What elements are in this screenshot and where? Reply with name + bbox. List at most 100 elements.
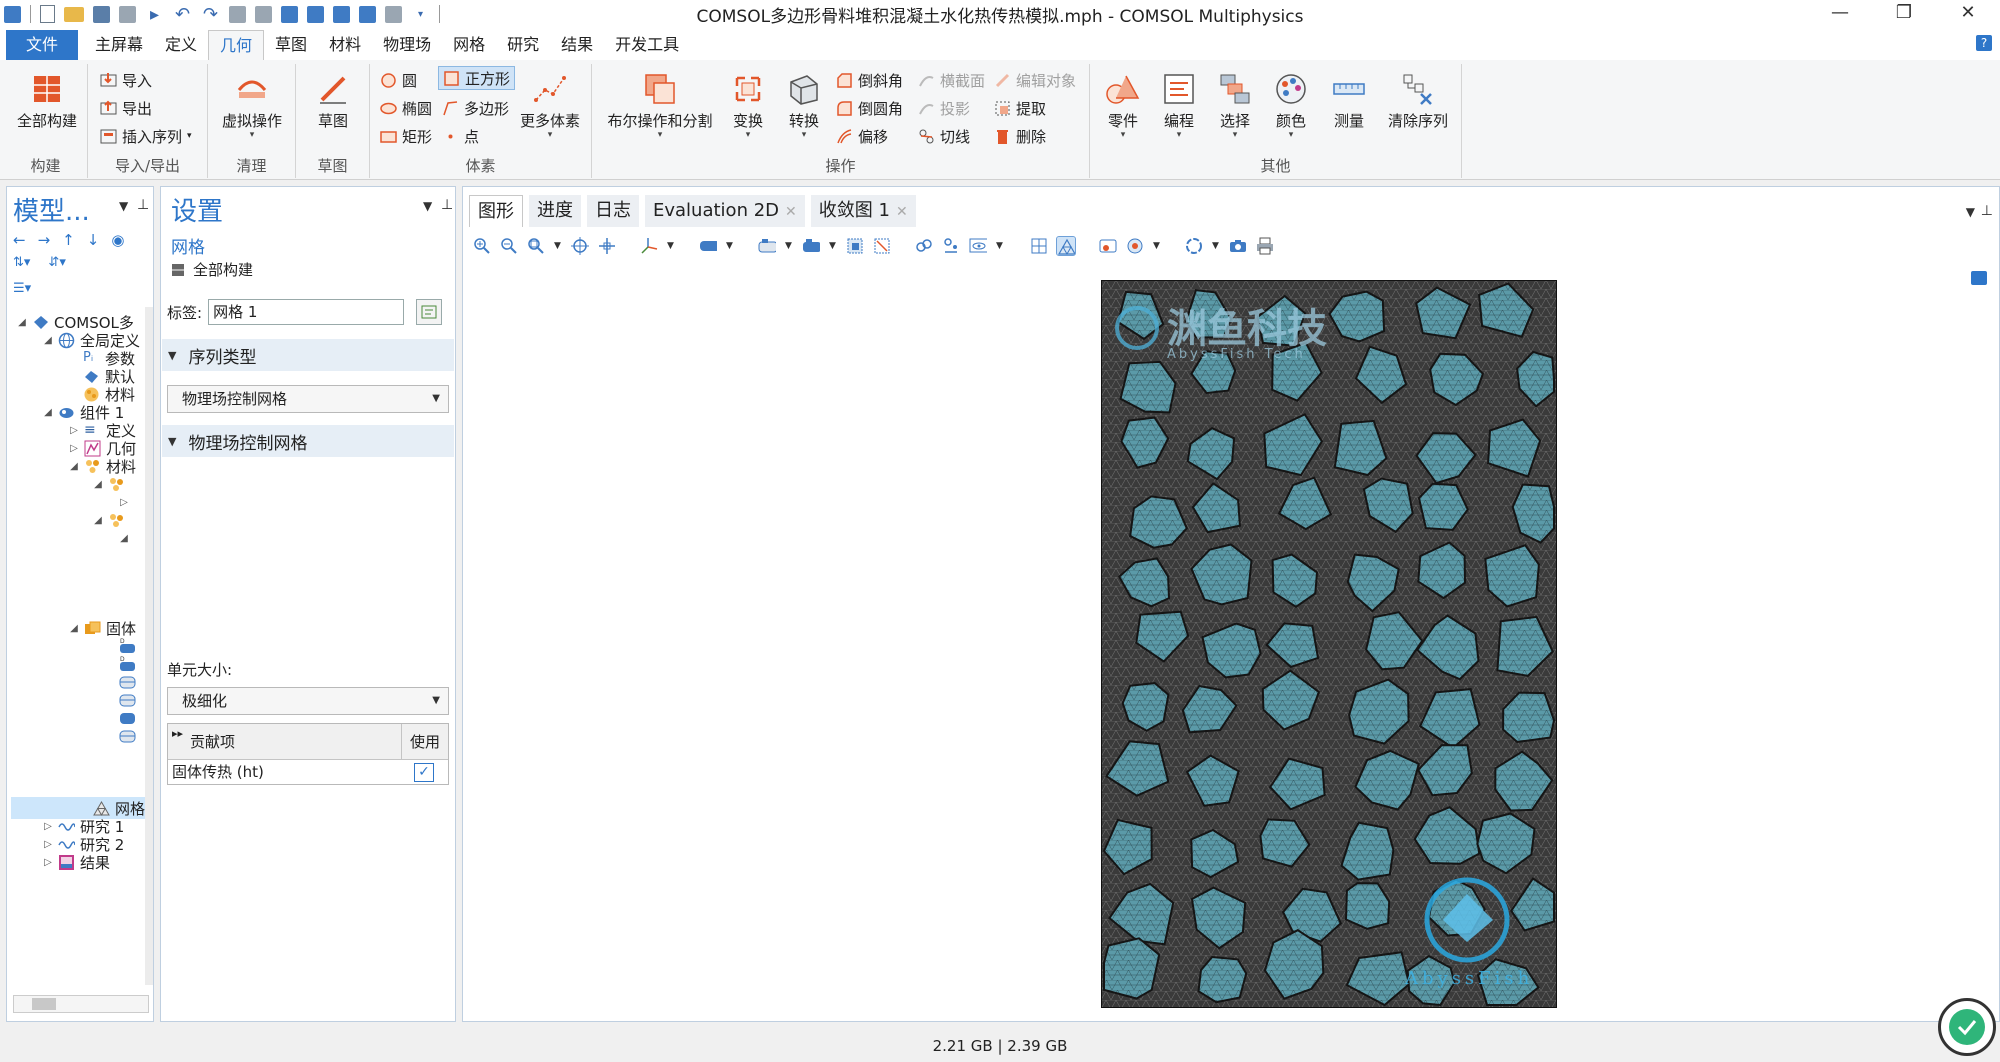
mesh-plot[interactable]: 渊鱼科技 AbyssFish Tech AbyssFish xyxy=(1100,279,1558,1009)
tab-graphics[interactable]: 图形 xyxy=(469,195,523,227)
zoom-out-icon[interactable] xyxy=(500,237,518,255)
chamfer-button[interactable]: 倒斜角 xyxy=(836,68,903,92)
collapse-triangle-icon[interactable]: ◢ xyxy=(43,335,53,346)
camera-icon[interactable] xyxy=(1229,237,1247,255)
reset-view-icon[interactable] xyxy=(1185,237,1203,255)
tree-item-physics-node-6[interactable] xyxy=(119,725,136,747)
transparency-icon[interactable] xyxy=(1126,237,1144,255)
grid-icon[interactable] xyxy=(1030,237,1048,255)
pin-icon[interactable]: ⊥ xyxy=(441,197,453,213)
visibility-icon[interactable] xyxy=(969,237,987,255)
sketch-button[interactable]: 草图 xyxy=(304,72,362,131)
chevron-down-icon[interactable]: ▼ xyxy=(785,237,793,255)
tab-materials[interactable]: 材料 xyxy=(318,30,372,60)
build-all-button[interactable]: 全部构建 xyxy=(12,72,82,131)
model-tree-hscrollbar[interactable] xyxy=(13,995,149,1013)
extract-button[interactable]: 提取 xyxy=(994,96,1046,120)
tab-physics[interactable]: 物理场 xyxy=(372,30,442,60)
chevron-down-icon[interactable]: ▼ xyxy=(1153,237,1161,255)
tab-mesh[interactable]: 网格 xyxy=(442,30,496,60)
point-button[interactable]: 点 xyxy=(442,124,479,148)
tab-progress[interactable]: 进度 xyxy=(529,195,581,227)
more-primitives-button[interactable]: 更多体素 ▾ xyxy=(514,72,586,140)
tree-item-results[interactable]: ▷ 结果 xyxy=(43,851,110,873)
parts-button[interactable]: 零件 ▾ xyxy=(1098,72,1148,140)
mesh-canvas[interactable]: 渊鱼科技 AbyssFish Tech AbyssFish xyxy=(1100,279,1558,1009)
mesh-rendering-icon[interactable] xyxy=(1056,236,1076,256)
tab-developer[interactable]: 开发工具 xyxy=(604,30,690,60)
pane-menu-icon[interactable]: ▼ xyxy=(1966,205,1975,219)
pane-menu-icon[interactable]: ▼ xyxy=(423,199,432,213)
delete-button[interactable]: 删除 xyxy=(994,124,1046,148)
help-icon[interactable]: ? xyxy=(1976,35,1992,51)
chevron-down-icon[interactable]: ▼ xyxy=(726,237,734,255)
boolean-button[interactable]: 布尔操作和分割 ▾ xyxy=(602,72,718,140)
label-edit-button[interactable] xyxy=(416,299,443,325)
chevron-down-icon[interactable]: ▼ xyxy=(1212,237,1220,255)
convert-button[interactable]: 转换 ▾ xyxy=(780,72,828,140)
tab-geometry[interactable]: 几何 xyxy=(208,30,265,60)
box-select-icon[interactable] xyxy=(846,237,864,255)
zoom-box-icon[interactable] xyxy=(527,237,545,255)
graphics-options-icon[interactable] xyxy=(1971,271,1987,285)
square-button[interactable]: 正方形 xyxy=(438,66,516,90)
scene-light-icon[interactable] xyxy=(1099,237,1117,255)
chevron-down-icon[interactable]: ▼ xyxy=(829,237,837,255)
measure-button[interactable]: 测量 xyxy=(1324,72,1374,131)
transform-button[interactable]: 变换 ▾ xyxy=(724,72,772,140)
link-icon[interactable] xyxy=(915,237,933,255)
close-icon[interactable]: ✕ xyxy=(785,204,797,220)
expand-triangle-icon[interactable]: ▷ xyxy=(43,839,53,850)
close-button[interactable]: ✕ xyxy=(1936,0,2000,28)
section-sequence-type[interactable]: ▼ 序列类型 xyxy=(162,339,454,371)
expand-triangle-icon[interactable]: ▷ xyxy=(119,497,129,508)
use-checkbox[interactable]: ✓ xyxy=(414,763,434,782)
rectangle-button[interactable]: 矩形 xyxy=(380,124,432,148)
circle-button[interactable]: 圆 xyxy=(380,68,417,92)
clear-sequence-button[interactable]: 清除序列 xyxy=(1380,72,1456,131)
collapse-triangle-icon[interactable]: ◢ xyxy=(69,623,79,634)
chat-floating-button[interactable] xyxy=(1938,998,1996,1056)
zoom-extents-icon[interactable] xyxy=(571,237,589,255)
chevron-down-icon[interactable]: ▼ xyxy=(996,237,1004,255)
expand-tree-icon[interactable]: ⇅▾ xyxy=(13,255,30,270)
eye-icon[interactable]: ◉ xyxy=(111,231,124,249)
edit-object-button[interactable]: 编辑对象 xyxy=(994,68,1076,92)
list-view-icon[interactable]: ☰▾ xyxy=(13,281,31,296)
show-selection-icon[interactable] xyxy=(942,237,960,255)
scroll-thumb[interactable] xyxy=(32,998,56,1010)
axis-orientation-icon[interactable] xyxy=(640,237,658,255)
minimize-button[interactable]: — xyxy=(1808,0,1872,28)
tab-evaluation-2d[interactable]: Evaluation 2D ✕ xyxy=(645,195,805,227)
column-header-contribution[interactable]: ▸▸ 贡献项 xyxy=(168,724,402,760)
tab-convergence-plot[interactable]: 收敛图 1 ✕ xyxy=(810,195,916,227)
print-icon[interactable] xyxy=(1256,237,1274,255)
restore-button[interactable]: ❐ xyxy=(1872,0,1936,28)
ellipse-button[interactable]: 椭圆 xyxy=(380,96,432,120)
tree-item-material-2-child[interactable]: ◢ xyxy=(119,527,129,549)
settings-build-all-button[interactable]: 全部构建 xyxy=(171,259,253,280)
sequence-type-select[interactable]: 物理场控制网格 ▼ xyxy=(167,385,449,413)
collapse-triangle-icon[interactable]: ◢ xyxy=(43,407,53,418)
expand-triangle-icon[interactable]: ▷ xyxy=(69,443,79,454)
cross-section-button[interactable]: 横截面 xyxy=(918,68,985,92)
fillet-button[interactable]: 倒圆角 xyxy=(836,96,903,120)
insert-sequence-button[interactable]: 插入序列 ▾ xyxy=(100,124,192,148)
selection-button[interactable]: 选择 ▾ xyxy=(1210,72,1260,140)
tab-results[interactable]: 结果 xyxy=(550,30,604,60)
offset-button[interactable]: 偏移 xyxy=(836,124,888,148)
deselect-icon[interactable] xyxy=(873,237,891,255)
model-tree-scrollbar[interactable] xyxy=(145,307,153,985)
pane-menu-icon[interactable]: ▼ xyxy=(119,199,128,213)
tab-sketch[interactable]: 草图 xyxy=(264,30,318,60)
arrow-right-icon[interactable]: → xyxy=(38,231,51,249)
section-physics-controlled-mesh[interactable]: ▼ 物理场控制网格 xyxy=(162,425,454,457)
chevron-down-icon[interactable]: ▼ xyxy=(667,237,675,255)
pan-icon[interactable] xyxy=(598,237,616,255)
select-domain-icon[interactable] xyxy=(699,237,717,255)
collapse-tree-icon[interactable]: ⇵▾ xyxy=(48,255,65,270)
select-all-icon[interactable] xyxy=(802,237,820,255)
virtual-ops-button[interactable]: 虚拟操作 ▾ xyxy=(216,72,288,140)
tab-file[interactable]: 文件 xyxy=(6,30,78,60)
arrow-left-icon[interactable]: ← xyxy=(13,231,26,249)
